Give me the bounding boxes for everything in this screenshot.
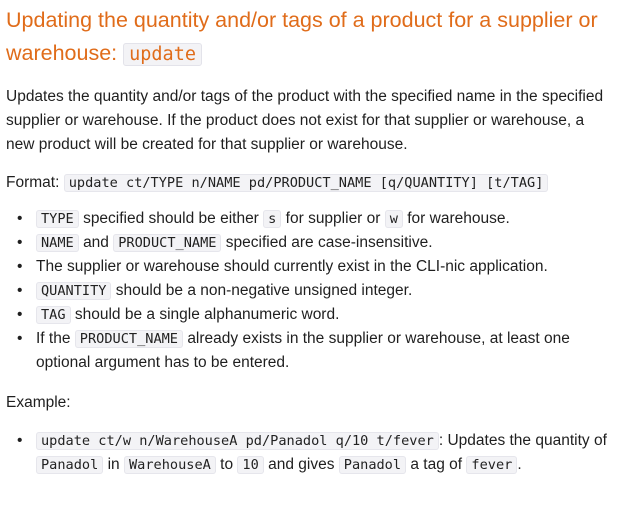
code-panadol: Panadol <box>36 456 104 474</box>
code-fever: fever <box>466 456 518 474</box>
description-paragraph: Updates the quantity and/or tags of the … <box>6 88 604 153</box>
format-label: Format: <box>6 174 60 191</box>
code-product-name: PRODUCT_NAME <box>113 234 222 252</box>
rule-text: and <box>83 234 109 251</box>
rule-item-exist: The supplier or warehouse should current… <box>17 255 612 279</box>
section-heading: Updating the quantity and/or tags of a p… <box>6 4 612 71</box>
heading-command-code: update <box>123 43 202 66</box>
example-list: update ct/w n/WarehouseA pd/Panadol q/10… <box>6 429 612 477</box>
rule-text: for supplier or <box>285 210 381 227</box>
example-text: . <box>517 456 522 473</box>
code-tag: TAG <box>36 306 71 324</box>
example-text: a tag of <box>410 456 463 473</box>
code-quantity: QUANTITY <box>36 282 112 300</box>
rule-text: specified are case-insensitive. <box>225 234 433 251</box>
format-command-code: update ct/TYPE n/NAME pd/PRODUCT_NAME [q… <box>63 174 549 192</box>
example-text: in <box>107 456 120 473</box>
code-product-name: PRODUCT_NAME <box>74 330 183 348</box>
example-text: and gives <box>268 456 335 473</box>
example-label: Example: <box>6 394 71 411</box>
example-text: : Updates the quantity of <box>438 432 607 449</box>
rule-text: The supplier or warehouse should current… <box>36 258 548 275</box>
code-s: s <box>263 210 282 228</box>
code-type: TYPE <box>36 210 79 228</box>
heading-text: Updating the quantity and/or tags of a p… <box>6 8 598 65</box>
rules-list: TYPE specified should be either s for su… <box>6 207 612 375</box>
rule-item-quantity: QUANTITY should be a non-negative unsign… <box>17 279 612 303</box>
rule-text: should be a single alphanumeric word. <box>74 306 340 323</box>
format-line: Format: update ct/TYPE n/NAME pd/PRODUCT… <box>6 171 612 195</box>
document-page: Updating the quantity and/or tags of a p… <box>0 0 618 477</box>
code-warehousea: WarehouseA <box>124 456 216 474</box>
rule-text: specified should be either <box>83 210 259 227</box>
rule-item-type: TYPE specified should be either s for su… <box>17 207 612 231</box>
example-item: update ct/w n/WarehouseA pd/Panadol q/10… <box>17 429 612 477</box>
rule-text: If the <box>36 330 71 347</box>
rule-item-name: NAME and PRODUCT_NAME specified are case… <box>17 231 612 255</box>
example-text: to <box>220 456 234 473</box>
rule-item-tag: TAG should be a single alphanumeric word… <box>17 303 612 327</box>
rule-text: should be a non-negative unsigned intege… <box>115 282 413 299</box>
rule-text: for warehouse. <box>407 210 510 227</box>
code-panadol: Panadol <box>338 456 407 474</box>
code-name: NAME <box>36 234 79 252</box>
example-command-code: update ct/w n/WarehouseA pd/Panadol q/10… <box>36 432 439 450</box>
code-w: w <box>384 210 403 228</box>
rule-item-optional: If the PRODUCT_NAME already exists in th… <box>17 327 612 375</box>
code-quantity-value: 10 <box>237 456 264 474</box>
